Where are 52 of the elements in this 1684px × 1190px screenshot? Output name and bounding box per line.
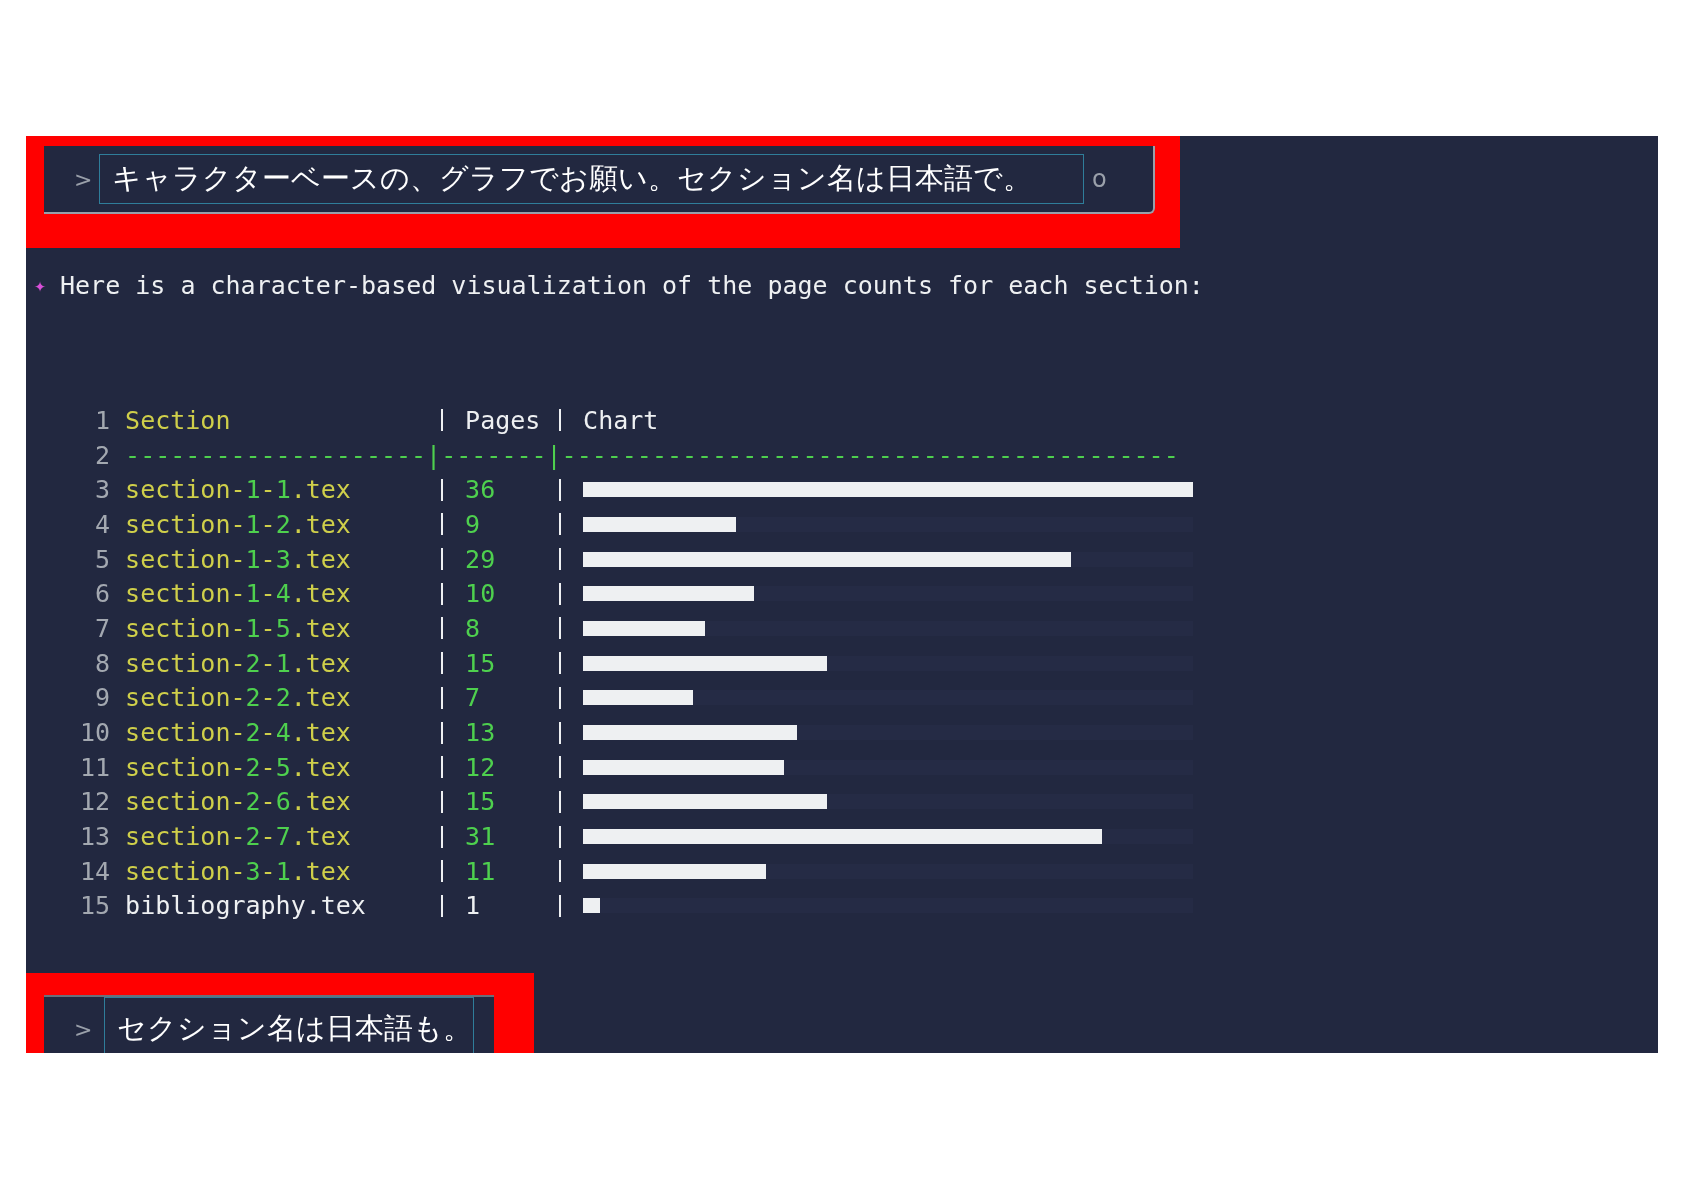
table-cell-text: 10: [465, 579, 497, 609]
table-cell-text: section-2-5.tex: [125, 752, 352, 782]
input-field[interactable]: キャラクターベースの、グラフでお願い。セクション名は日本語で。: [99, 154, 1084, 204]
table-cell-text: section-1-5.tex: [125, 613, 352, 643]
line-number: 15: [80, 891, 111, 921]
column-header: Section: [125, 405, 232, 435]
table-cell-text: 15: [465, 648, 497, 678]
table-cell-text: bibliography.tex: [125, 891, 367, 921]
line-number: 9: [94, 683, 111, 713]
line-number: 1: [94, 405, 111, 435]
table-cell-text: 29: [465, 544, 497, 574]
table-cell-text: section-2-7.tex: [125, 822, 352, 852]
line-number: 5: [94, 544, 111, 574]
table-cell-text: section-1-2.tex: [125, 509, 352, 539]
table-cell-text: 11: [465, 856, 497, 886]
table-cell-text: section-2-1.tex: [125, 648, 352, 678]
sparkle-icon: ✦: [34, 273, 60, 297]
response-text: Here is a character-based visualization of the page counts for each section:: [60, 270, 1204, 300]
table-cell-text: 8: [465, 613, 482, 643]
separator-line: --------------------|-------|-----------------------------------------: [125, 440, 1179, 470]
table-cell-text: section-1-1.tex: [125, 475, 352, 505]
input-field[interactable]: セクション名は日本語も。: [104, 997, 474, 1053]
line-number: 6: [94, 579, 111, 609]
table-cell-text: 12: [465, 752, 497, 782]
cut-text: o: [1092, 165, 1107, 193]
table-cell-text: 1: [465, 891, 482, 921]
line-number: 11: [80, 752, 111, 782]
table-cell-text: section-3-1.tex: [125, 856, 352, 886]
table-cell-text: 9: [465, 509, 482, 539]
line-number: 8: [94, 648, 111, 678]
line-number: 14: [80, 856, 111, 886]
table-cell-text: section-1-4.tex: [125, 579, 352, 609]
table-cell-text: 15: [465, 787, 497, 817]
line-number: 7: [94, 613, 111, 643]
table-cell-text: 36: [465, 475, 497, 505]
line-number: 10: [80, 718, 111, 748]
table-cell-text: 31: [465, 822, 497, 852]
prompt-symbol: >: [74, 1017, 94, 1042]
table-cell-text: section-2-4.tex: [125, 718, 352, 748]
table-cell-text: 13: [465, 718, 497, 748]
column-header: Pages: [465, 405, 542, 435]
table-cell-text: section-2-6.tex: [125, 787, 352, 817]
line-number: 13: [80, 822, 111, 852]
line-number: 4: [94, 509, 111, 539]
column-header: Chart: [583, 405, 659, 435]
line-number: 2: [94, 440, 111, 470]
line-number: 12: [80, 787, 111, 817]
table-cell-text: section-1-3.tex: [125, 544, 352, 574]
prompt-symbol: >: [74, 166, 94, 192]
line-number: 3: [94, 475, 111, 505]
table-cell-text: 7: [465, 683, 482, 713]
table-cell-text: section-2-2.tex: [125, 683, 352, 713]
